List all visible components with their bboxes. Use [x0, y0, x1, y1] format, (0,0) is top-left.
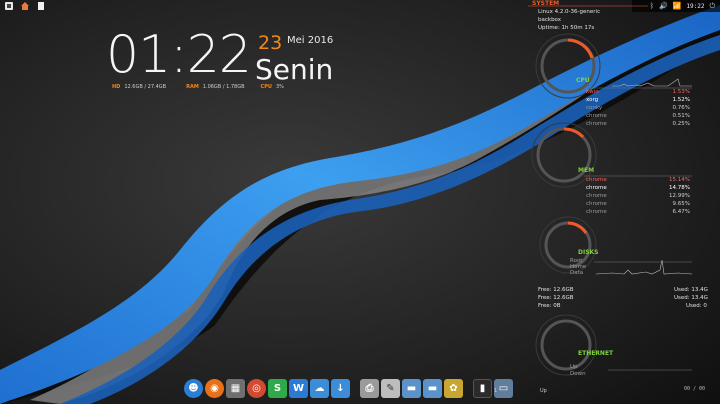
mem-process-row: chrome 6.47% — [586, 209, 690, 215]
file-icon[interactable] — [36, 1, 46, 11]
ram-label: RAM — [186, 84, 199, 90]
hd-value: 12.6GB / 27.4GB — [124, 84, 167, 90]
cpu-process-row: xorg 1.52% — [586, 97, 690, 103]
dock-up-label: Up — [540, 388, 547, 394]
mem-title: MEM — [578, 167, 595, 174]
mem-process-row: chrome 15.14% — [586, 177, 690, 183]
system-stats-line: HD 12.6GB / 27.4GB RAM 1.06GB / 1.78GB C… — [112, 84, 284, 90]
hd-label: HD — [112, 84, 121, 90]
printer-icon[interactable]: ⎙ — [360, 378, 379, 398]
clock-time: 01:22 — [106, 25, 252, 85]
disks-title: DISKS — [578, 249, 599, 256]
weather-icon[interactable]: ☁ — [310, 378, 329, 398]
terminal-icon[interactable]: ▮ — [473, 378, 492, 398]
menu-icon[interactable] — [4, 1, 14, 11]
home-icon[interactable] — [20, 1, 30, 11]
workspace-pager[interactable]: 00 / 00 — [684, 386, 705, 392]
cpu-process-row: chrome 0.25% — [586, 121, 690, 127]
system-kernel: Linux 4.2.0-36-generic — [538, 9, 601, 15]
chrome-icon[interactable]: ◎ — [247, 378, 266, 398]
cpu-process-row: chrome 0.51% — [586, 113, 690, 119]
clock-day: 23 — [258, 32, 283, 54]
text-editor-icon[interactable]: ✎ — [381, 378, 400, 398]
top-left-panel — [4, 1, 46, 11]
folder-icon-2[interactable]: ▬ — [423, 378, 442, 398]
cpu-process-row: conky 0.76% — [586, 105, 690, 111]
mem-process-row: chrome 9.65% — [586, 201, 690, 207]
clock-weekday: Senin — [255, 53, 334, 86]
cpu-process-row: kwin 1.53% — [586, 89, 690, 95]
dock-counter: 1 — [494, 388, 498, 394]
disk-free-root: Free: 12.6GB — [538, 287, 574, 293]
conky-monitor: SYSTEM Linux 4.2.0-36-generic backbox Up… — [528, 0, 720, 404]
cpu-value: 3% — [275, 84, 284, 90]
mem-process-row: chrome 12.99% — [586, 193, 690, 199]
system-host: backbox — [538, 17, 562, 23]
ethernet-title: ETHERNET — [578, 350, 614, 357]
accessibility-icon[interactable]: ☻ — [184, 378, 203, 398]
calculator-icon[interactable]: ▦ — [226, 378, 245, 398]
disk-used-root: Used: 13.4G — [674, 287, 708, 293]
disk-free-home: Free: 12.6GB — [538, 295, 574, 301]
system-title: SYSTEM — [532, 0, 560, 7]
ethernet-down: Down — [570, 371, 586, 377]
ethernet-up: Up — [570, 364, 578, 370]
download-icon[interactable]: ↓ — [331, 378, 350, 398]
ram-value: 1.06GB / 1.78GB — [202, 84, 245, 90]
disk-mount-data: Data — [570, 270, 584, 276]
disk-used-home: Used: 13.4G — [674, 295, 708, 301]
image-viewer-icon[interactable]: ✿ — [444, 378, 463, 398]
cpu-label: CPU — [260, 84, 272, 90]
cpu-title: CPU — [576, 77, 590, 84]
system-uptime: Uptime: 1h 50m 17s — [538, 25, 595, 31]
dock: ☻ ◉ ▦ ◎ S W ☁ ↓ ⎙ ✎ ▬ ▬ ✿ ▮ ▭ — [184, 375, 513, 401]
s-app-icon[interactable]: S — [268, 378, 287, 398]
clock-month-year: Mei 2016 — [287, 35, 334, 46]
disk-used-data: Used: 0 — [686, 303, 707, 309]
folder-icon[interactable]: ▬ — [402, 378, 421, 398]
mem-process-row: chrome 14.78% — [586, 185, 690, 191]
firefox-icon[interactable]: ◉ — [205, 378, 224, 398]
w-app-icon[interactable]: W — [289, 378, 308, 398]
disk-free-data: Free: 0B — [538, 303, 561, 309]
